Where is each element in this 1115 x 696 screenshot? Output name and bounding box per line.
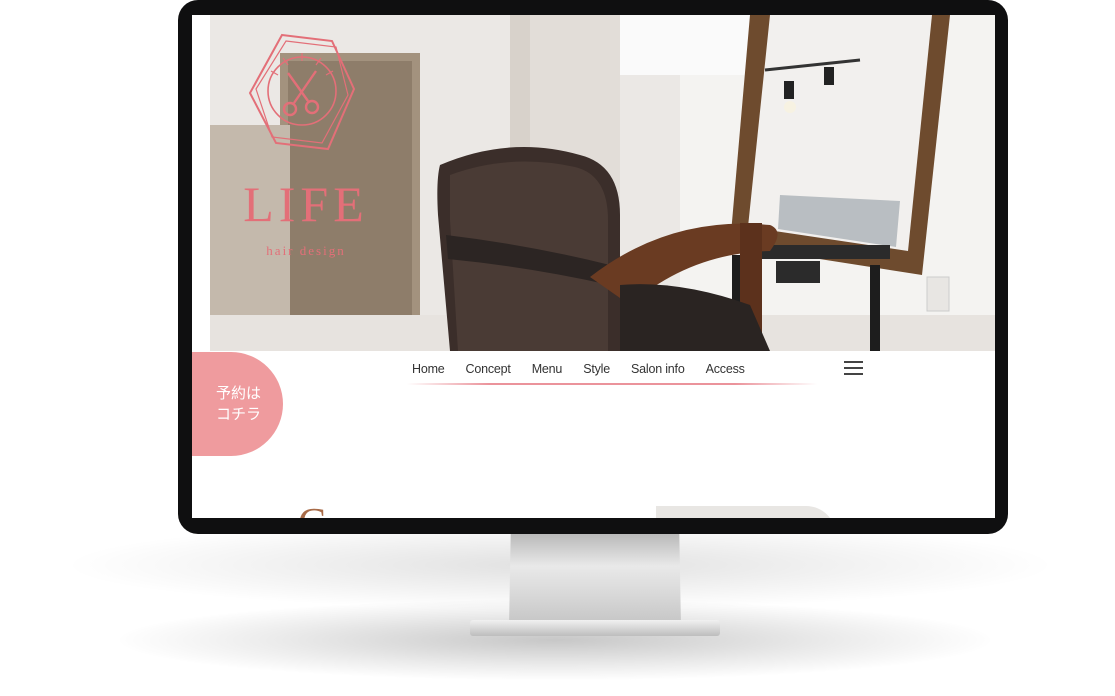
reserve-label-line2: コチラ xyxy=(215,406,261,423)
nav-menu[interactable]: Menu xyxy=(532,358,563,382)
nav-underline xyxy=(407,383,817,385)
reserve-label-line1: 予約は xyxy=(215,385,261,402)
logo-subtitle: hair design xyxy=(266,243,346,258)
hero-salon-photo: LIFE hair design xyxy=(210,15,995,351)
nav-access[interactable]: Access xyxy=(706,358,745,382)
nav-concept[interactable]: Concept xyxy=(466,358,511,382)
reserve-button[interactable]: 予約は コチラ xyxy=(192,352,283,456)
section-heading-peek: C xyxy=(298,503,326,518)
nav-salon-info[interactable]: Salon info xyxy=(631,358,685,382)
section-image-peek xyxy=(656,506,836,518)
main-nav: Home Concept Menu Style Salon info Acces… xyxy=(412,358,766,382)
logo-title: LIFE xyxy=(243,176,369,232)
salon-logo[interactable]: LIFE hair design xyxy=(236,31,376,258)
nav-style[interactable]: Style xyxy=(583,358,610,382)
monitor-stand-base xyxy=(470,620,720,636)
nav-home[interactable]: Home xyxy=(412,358,445,382)
website-screen: LIFE hair design Home Concept Menu Style… xyxy=(192,15,995,518)
hamburger-icon[interactable] xyxy=(844,361,863,375)
scissors-hexagon-icon xyxy=(248,33,356,151)
monitor-stand-neck xyxy=(509,534,681,626)
